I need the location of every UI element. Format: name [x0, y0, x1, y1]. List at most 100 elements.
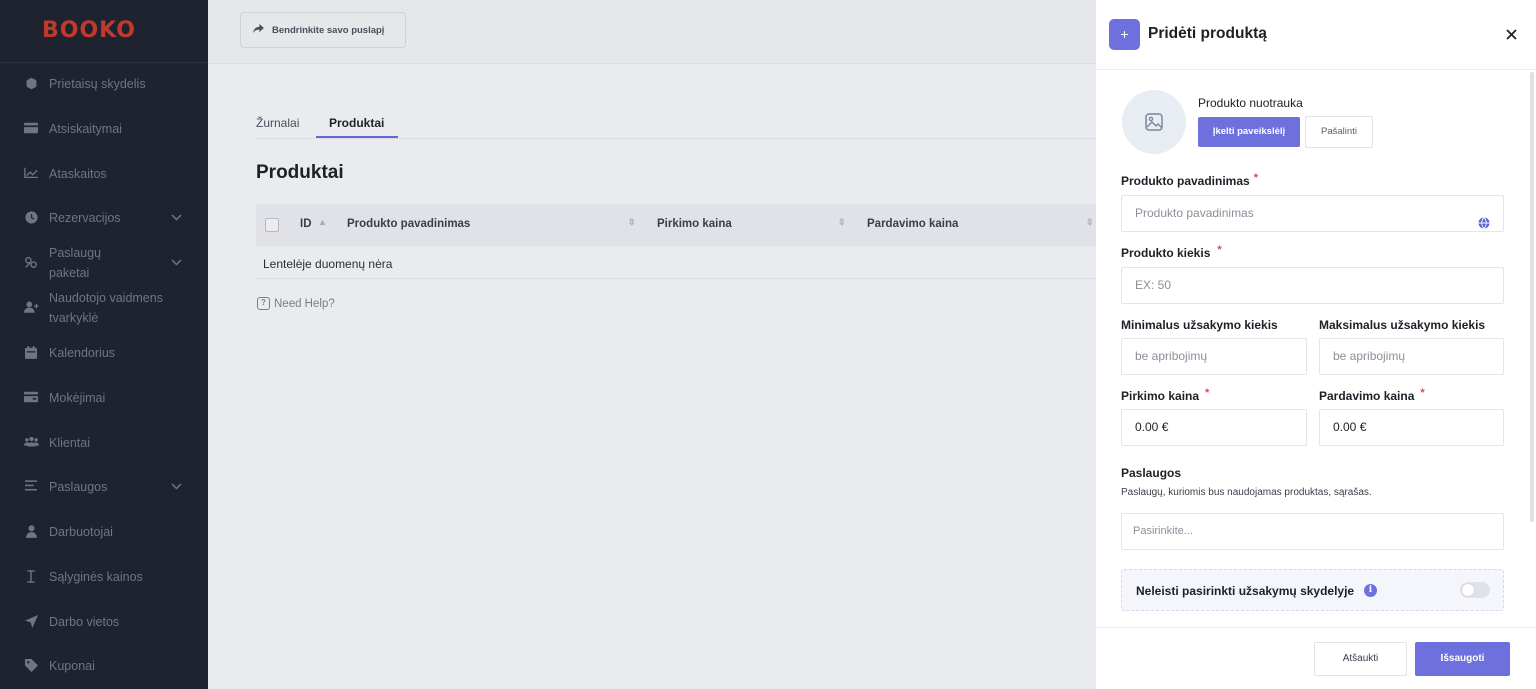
upload-image-button[interactable]: Įkelti paveikslėlį [1198, 117, 1300, 147]
table-empty-message: Lentelėje duomenų nėra [263, 257, 393, 271]
user-icon [24, 525, 38, 539]
sidebar-item-payments[interactable]: Mokėjimai [0, 378, 208, 418]
product-name-placeholder: Produkto pavadinimas [1135, 206, 1254, 220]
sidebar-item-label: Ataskaitos [49, 167, 107, 181]
purchase-price-input[interactable]: 0.00 € [1121, 409, 1307, 446]
sidebar-item-conditional-prices[interactable]: Sąlyginės kainos [0, 557, 208, 597]
disable-booking-panel-toggle[interactable] [1460, 582, 1490, 598]
column-header-product-name[interactable]: Produkto pavadinimas [347, 218, 470, 230]
sidebar-item-label: Rezervacijos [49, 211, 121, 225]
save-button[interactable]: Išsaugoti [1415, 642, 1510, 676]
table-row-divider [256, 278, 1096, 279]
sidebar-item-label: Kuponai [49, 659, 95, 673]
sidebar-item-calendar[interactable]: Kalendorius [0, 333, 208, 373]
min-order-label: Minimalus užsakymo kiekis [1121, 318, 1278, 332]
disable-booking-panel-option: Neleisti pasirinkti užsakymų skydelyje i [1121, 569, 1504, 611]
sidebar-item-billing[interactable]: Atsiskaitymai [0, 109, 208, 149]
wallet-icon [24, 391, 38, 405]
page-title: Produktai [256, 162, 344, 183]
required-mark: * [1420, 387, 1425, 399]
chevron-down-icon [171, 482, 182, 493]
max-order-input[interactable]: be apribojimų [1319, 338, 1504, 375]
panel-title: Pridėti produktą [1148, 25, 1267, 42]
remove-image-button[interactable]: Pašalinti [1305, 116, 1373, 148]
tabs-divider [256, 138, 1096, 139]
select-all-checkbox[interactable] [265, 218, 279, 232]
close-icon[interactable] [1506, 24, 1517, 44]
top-bar: Bendrinkite savo puslapį [208, 0, 1096, 64]
sidebar-item-service-packages[interactable]: Paslaugų paketai [0, 243, 208, 283]
panel-header: + Pridėti produktą [1096, 0, 1536, 70]
product-quantity-input[interactable]: EX: 50 [1121, 267, 1504, 304]
plus-icon: + [1109, 19, 1140, 50]
sidebar-item-label: Prietaisų skydelis [49, 77, 146, 91]
location-arrow-icon [24, 615, 38, 629]
sort-icon[interactable]: ▲ [318, 217, 327, 227]
services-label: Paslaugos [1121, 466, 1182, 480]
need-help-link[interactable]: ? Need Help? [257, 297, 335, 310]
disable-booking-panel-label: Neleisti pasirinkti užsakymų skydelyje [1136, 584, 1355, 598]
sidebar: BOOKO Prietaisų skydelis Atsiskaitymai A… [0, 0, 208, 689]
sidebar-divider [0, 62, 208, 63]
cancel-button[interactable]: Atšaukti [1314, 642, 1407, 676]
column-header-sale-price[interactable]: Pardavimo kaina [867, 218, 958, 230]
sidebar-item-clients[interactable]: Klientai [0, 423, 208, 463]
column-header-id[interactable]: ID [300, 218, 312, 230]
credit-card-icon [24, 122, 38, 136]
column-header-purchase-price[interactable]: Pirkimo kaina [657, 218, 732, 230]
sidebar-item-reports[interactable]: Ataskaitos [0, 154, 208, 194]
panel-scrollbar[interactable] [1530, 72, 1534, 522]
chart-line-icon [24, 167, 38, 181]
product-name-label: Produkto pavadinimas * [1121, 172, 1258, 188]
services-help-text: Paslaugų, kuriomis bus naudojamas produk… [1121, 487, 1372, 498]
add-product-panel: + Pridėti produktą Produkto nuotrauka Įk… [1096, 0, 1536, 689]
sidebar-item-label: Darbuotojai [49, 525, 113, 539]
sidebar-item-reservations[interactable]: Rezervacijos [0, 198, 208, 238]
help-chat-icon: ? [257, 297, 270, 310]
purchase-price-label: Pirkimo kaina * [1121, 387, 1209, 403]
sidebar-item-label: Klientai [49, 436, 90, 450]
services-select[interactable]: Pasirinkite... [1121, 513, 1504, 550]
clock-icon [24, 211, 38, 225]
info-icon[interactable]: i [1364, 584, 1377, 597]
product-photo-label: Produkto nuotrauka [1198, 96, 1303, 110]
sidebar-item-services[interactable]: Paslaugos [0, 467, 208, 507]
list-icon [24, 480, 38, 494]
sale-price-label: Pardavimo kaina * [1319, 387, 1425, 403]
need-help-label: Need Help? [274, 297, 335, 310]
share-page-button[interactable]: Bendrinkite savo puslapį [240, 12, 406, 48]
sidebar-item-label: Paslaugos [49, 480, 108, 494]
sidebar-item-label: Mokėjimai [49, 391, 106, 405]
required-mark: * [1217, 244, 1222, 256]
tab-products[interactable]: Produktai [329, 116, 384, 130]
sidebar-item-workplaces[interactable]: Darbo vietos [0, 602, 208, 642]
sort-icon[interactable]: ⇳ [1086, 217, 1094, 228]
sidebar-item-employees[interactable]: Darbuotojai [0, 512, 208, 552]
calendar-icon [24, 346, 38, 360]
sidebar-item-coupons[interactable]: Kuponai [0, 646, 208, 686]
min-order-input[interactable]: be apribojimų [1121, 338, 1307, 375]
sidebar-item-label: Kalendorius [49, 346, 116, 360]
dashboard-icon [24, 77, 38, 91]
sidebar-item-user-roles[interactable]: Naudotojo vaidmens tvarkyklė [0, 288, 208, 328]
products-card: Žurnalai Produktai Produktai ID ▲ Produk… [240, 90, 1096, 666]
required-mark: * [1253, 172, 1258, 184]
product-quantity-label: Produkto kiekis * [1121, 244, 1222, 260]
sidebar-item-label: Sąlyginės kainos [49, 570, 143, 584]
sale-price-input[interactable]: 0.00 € [1319, 409, 1504, 446]
table-header: ID ▲ Produkto pavadinimas ⇳ Pirkimo kain… [256, 204, 1096, 246]
product-photo-placeholder[interactable] [1122, 90, 1186, 154]
sort-icon[interactable]: ⇳ [838, 217, 846, 228]
tag-icon [24, 659, 38, 673]
globe-icon[interactable] [1478, 208, 1490, 243]
purchase-price-label-text: Pirkimo kaina [1121, 389, 1200, 403]
product-name-input[interactable]: Produkto pavadinimas [1121, 195, 1504, 232]
tab-logs[interactable]: Žurnalai [256, 116, 299, 130]
image-icon [1145, 113, 1163, 131]
panel-footer: Atšaukti Išsaugoti [1096, 627, 1536, 689]
chevron-down-icon [171, 258, 182, 269]
sidebar-item-dashboard[interactable]: Prietaisų skydelis [0, 64, 208, 104]
sort-icon[interactable]: ⇳ [628, 217, 636, 228]
chevron-down-icon [171, 213, 182, 224]
brand-logo[interactable]: BOOKO [42, 18, 136, 43]
